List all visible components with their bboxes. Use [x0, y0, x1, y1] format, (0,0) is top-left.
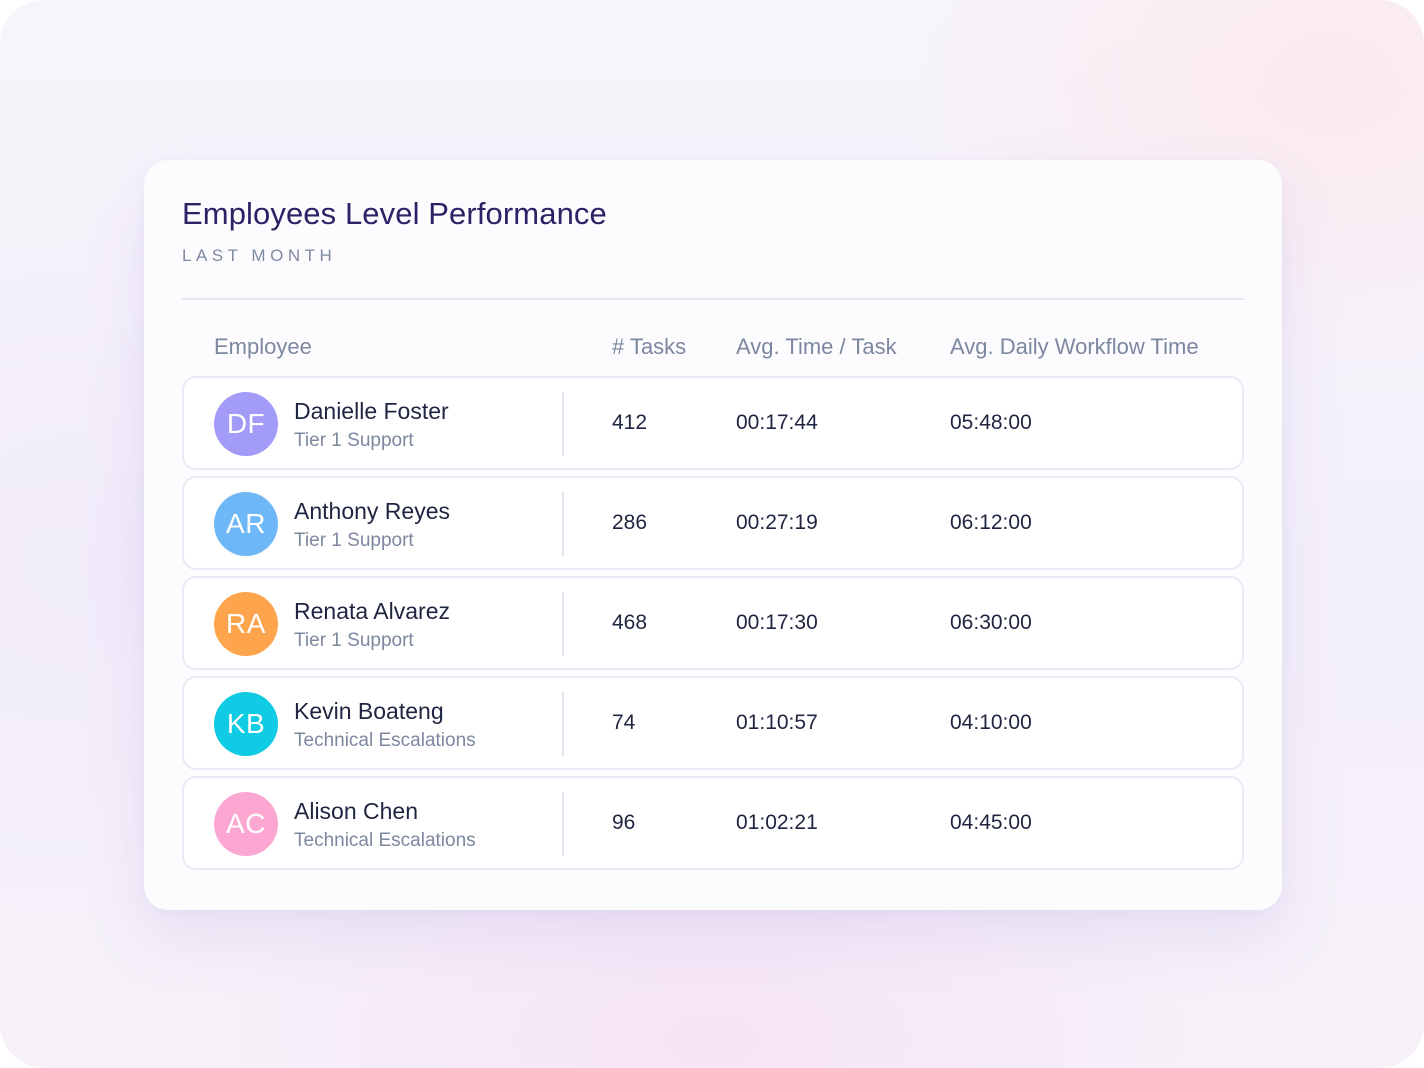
column-separator [562, 392, 564, 456]
column-separator [562, 792, 564, 856]
employee-name: Kevin Boateng [294, 698, 444, 724]
column-header-avg-time-per-task[interactable]: Avg. Time / Task [736, 334, 897, 360]
avg-time-per-task: 00:17:30 [736, 611, 818, 634]
column-separator [562, 592, 564, 656]
card-subtitle: LAST MONTH [182, 246, 337, 265]
table-row[interactable]: RA Renata Alvarez Tier 1 Support 468 00:… [182, 576, 1244, 670]
avg-daily-workflow-time: 04:45:00 [950, 811, 1032, 834]
tasks-count: 412 [612, 411, 648, 434]
avg-daily-workflow-time: 05:48:00 [950, 411, 1032, 434]
employee-team: Tier 1 Support [294, 530, 414, 551]
avatar: AR [214, 492, 278, 556]
employee-name: Danielle Foster [294, 398, 449, 424]
column-separator [562, 492, 564, 556]
employee-team: Tier 1 Support [294, 430, 414, 451]
employee-name: Anthony Reyes [294, 498, 450, 524]
tasks-count: 96 [612, 811, 636, 834]
employee-name: Alison Chen [294, 798, 419, 824]
avg-time-per-task: 01:02:21 [736, 811, 818, 834]
employee-name: Renata Alvarez [294, 598, 450, 624]
employee-team: Technical Escalations [294, 830, 476, 851]
column-header-avg-daily-workflow-time[interactable]: Avg. Daily Workflow Time [950, 334, 1199, 360]
table-row[interactable]: AR Anthony Reyes Tier 1 Support 286 00:2… [182, 476, 1244, 570]
table-row[interactable]: KB Kevin Boateng Technical Escalations 7… [182, 676, 1244, 770]
avg-time-per-task: 00:27:19 [736, 511, 818, 534]
employee-team: Tier 1 Support [294, 630, 414, 651]
card-title: Employees Level Performance [182, 196, 607, 231]
tasks-count: 74 [612, 711, 636, 734]
column-header-tasks[interactable]: # Tasks [612, 334, 686, 360]
app-background: Employees Level Performance LAST MONTH E… [0, 0, 1424, 1068]
avatar: KB [214, 692, 278, 756]
avg-daily-workflow-time: 04:10:00 [950, 711, 1032, 734]
avg-time-per-task: 01:10:57 [736, 711, 818, 734]
column-header-employee[interactable]: Employee [214, 334, 312, 360]
avg-daily-workflow-time: 06:12:00 [950, 511, 1032, 534]
header-divider [182, 298, 1244, 300]
table-body: DF Danielle Foster Tier 1 Support 412 00… [182, 376, 1244, 876]
table-header: Employee # Tasks Avg. Time / Task Avg. D… [144, 334, 1282, 364]
avatar: DF [214, 392, 278, 456]
performance-card: Employees Level Performance LAST MONTH E… [144, 160, 1282, 910]
table-row[interactable]: DF Danielle Foster Tier 1 Support 412 00… [182, 376, 1244, 470]
table-row[interactable]: AC Alison Chen Technical Escalations 96 … [182, 776, 1244, 870]
column-separator [562, 692, 564, 756]
avg-daily-workflow-time: 06:30:00 [950, 611, 1032, 634]
tasks-count: 468 [612, 611, 648, 634]
employee-team: Technical Escalations [294, 730, 476, 751]
avatar: RA [214, 592, 278, 656]
tasks-count: 286 [612, 511, 648, 534]
avg-time-per-task: 00:17:44 [736, 411, 818, 434]
avatar: AC [214, 792, 278, 856]
